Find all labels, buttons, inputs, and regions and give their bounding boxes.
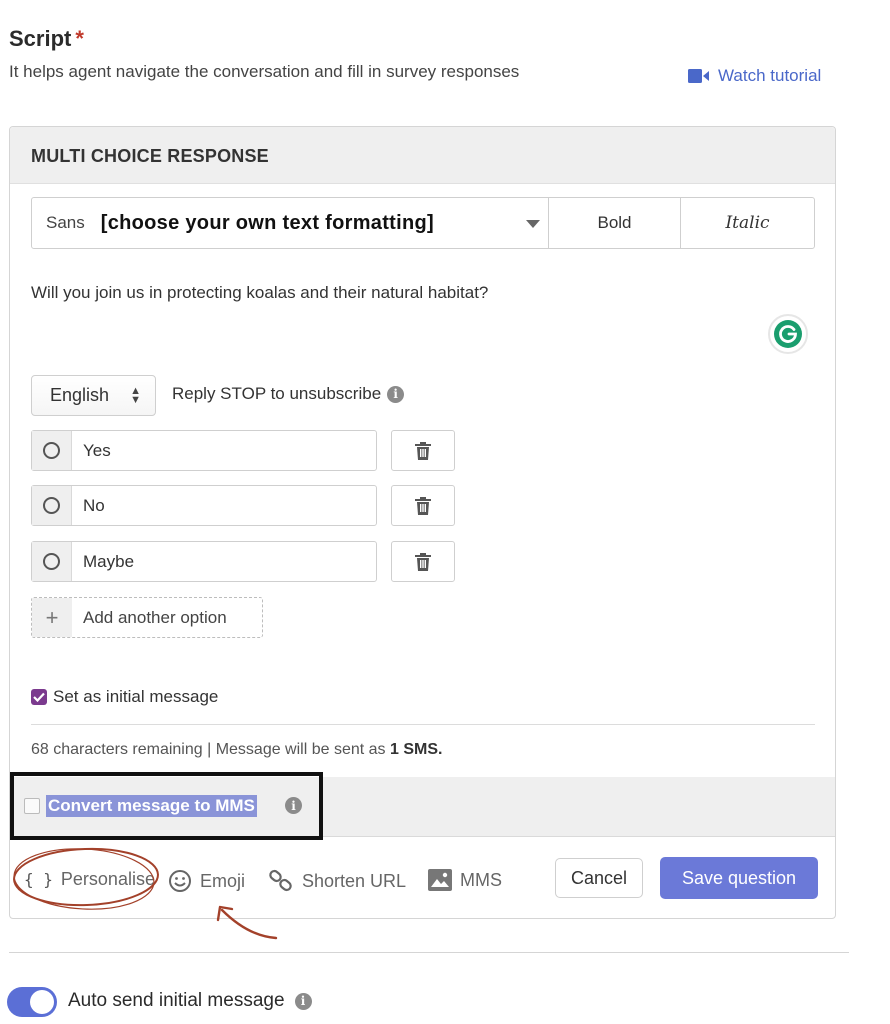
mms-button[interactable]: MMS bbox=[428, 869, 502, 891]
italic-button[interactable]: Italic bbox=[681, 198, 814, 248]
card-header: MULTI CHOICE RESPONSE bbox=[10, 127, 835, 184]
highlight-box bbox=[10, 772, 323, 840]
check-icon bbox=[33, 692, 45, 702]
char-info-text: 68 characters remaining | Message will b… bbox=[31, 741, 390, 758]
trash-icon bbox=[415, 441, 431, 460]
character-count: 68 characters remaining | Message will b… bbox=[31, 741, 442, 759]
grammarly-icon[interactable] bbox=[768, 314, 808, 354]
shorten-url-button[interactable]: Shorten URL bbox=[268, 869, 406, 893]
info-icon[interactable]: i bbox=[387, 385, 405, 403]
caret-down-icon bbox=[526, 220, 540, 228]
radio-icon bbox=[32, 486, 72, 525]
cancel-button[interactable]: Cancel bbox=[555, 858, 643, 898]
info-icon[interactable]: i bbox=[294, 992, 312, 1010]
auto-send-label: Auto send initial message bbox=[68, 990, 285, 1011]
radio-icon bbox=[32, 431, 72, 470]
auto-send-option: Auto send initial message i bbox=[68, 990, 312, 1012]
initial-message-label: Set as initial message bbox=[53, 687, 219, 706]
delete-option-button[interactable] bbox=[391, 430, 455, 471]
font-select[interactable]: Sans [choose your own text formatting] bbox=[32, 198, 549, 248]
add-option-button[interactable]: + Add another option bbox=[31, 597, 263, 638]
option-input[interactable]: Maybe bbox=[31, 541, 377, 582]
delete-option-button[interactable] bbox=[391, 485, 455, 526]
sms-count: 1 SMS. bbox=[390, 741, 443, 758]
link-icon bbox=[269, 869, 292, 892]
video-camera-icon bbox=[688, 69, 709, 83]
script-description: It helps agent navigate the conversation… bbox=[9, 62, 520, 81]
trash-icon bbox=[415, 496, 431, 515]
bold-button[interactable]: Bold bbox=[549, 198, 681, 248]
unsubscribe-label: Reply STOP to unsubscribe bbox=[172, 384, 382, 403]
radio-icon bbox=[32, 542, 72, 581]
shorten-url-label: Shorten URL bbox=[302, 870, 407, 891]
add-option-label: Add another option bbox=[83, 607, 227, 627]
divider bbox=[31, 724, 815, 725]
font-name: Sans bbox=[46, 213, 85, 232]
auto-send-toggle[interactable] bbox=[7, 987, 57, 1017]
annotation-circle bbox=[13, 847, 159, 910]
language-select[interactable]: English ▲ ▼ bbox=[31, 375, 156, 416]
language-value: English bbox=[50, 385, 110, 405]
delete-option-button[interactable] bbox=[391, 541, 455, 582]
watch-tutorial-link[interactable]: Watch tutorial bbox=[688, 66, 821, 86]
page-title: Script * bbox=[9, 26, 84, 52]
format-toolbar: Sans [choose your own text formatting] B… bbox=[31, 197, 815, 249]
question-card: MULTI CHOICE RESPONSE Sans [choose your … bbox=[9, 126, 836, 919]
required-mark: * bbox=[75, 26, 84, 51]
annotation-arrow bbox=[216, 905, 278, 940]
toggle-knob bbox=[30, 990, 54, 1014]
option-input[interactable]: Yes bbox=[31, 430, 377, 471]
script-title-text: Script bbox=[9, 26, 72, 51]
option-label: No bbox=[83, 495, 105, 515]
emoji-label: Emoji bbox=[200, 870, 246, 891]
save-question-button[interactable]: Save question bbox=[660, 857, 818, 899]
card-title: MULTI CHOICE RESPONSE bbox=[31, 146, 269, 166]
smiley-icon bbox=[169, 870, 191, 892]
plus-icon: + bbox=[32, 598, 72, 637]
divider bbox=[9, 952, 849, 953]
image-icon bbox=[428, 869, 452, 891]
watch-tutorial-label: Watch tutorial bbox=[718, 66, 822, 85]
initial-message-option: Set as initial message bbox=[31, 687, 218, 707]
unsubscribe-text: Reply STOP to unsubscribe i bbox=[172, 384, 405, 404]
option-label: Maybe bbox=[83, 551, 135, 571]
option-input[interactable]: No bbox=[31, 485, 377, 526]
up-down-arrows-icon: ▲ ▼ bbox=[130, 385, 141, 406]
mms-label: MMS bbox=[460, 869, 502, 890]
option-row: Yes bbox=[31, 430, 461, 471]
question-text[interactable]: Will you join us in protecting koalas an… bbox=[31, 283, 488, 303]
font-hint: [choose your own text formatting] bbox=[100, 211, 434, 234]
option-label: Yes bbox=[83, 440, 111, 460]
emoji-button[interactable]: Emoji bbox=[168, 869, 245, 893]
trash-icon bbox=[415, 552, 431, 571]
option-row: Maybe bbox=[31, 541, 461, 582]
initial-message-checkbox[interactable] bbox=[31, 689, 47, 705]
option-row: No bbox=[31, 485, 461, 526]
